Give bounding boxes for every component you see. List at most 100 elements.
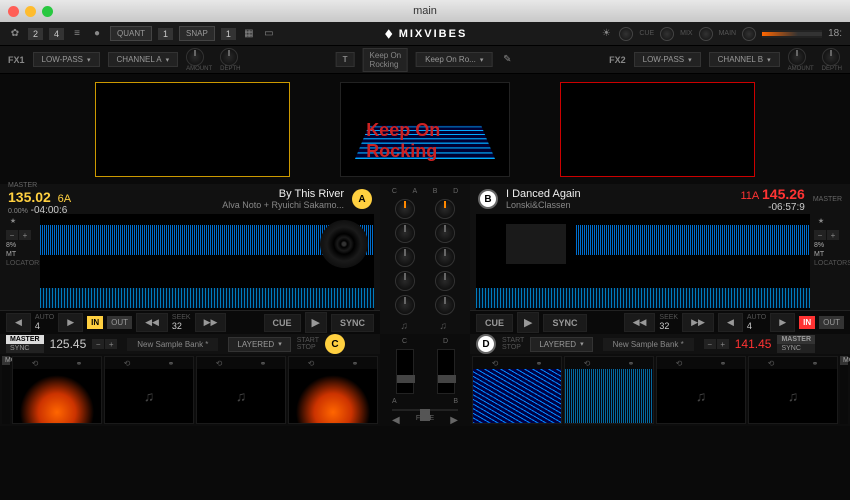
- edit-icon[interactable]: ✎: [500, 53, 514, 67]
- crossfader-slider[interactable]: [392, 409, 458, 411]
- mixer-filt-b[interactable]: [435, 295, 455, 315]
- cue-knob[interactable]: [660, 27, 674, 41]
- sample-c-mov-tab[interactable]: MOV: [2, 356, 10, 424]
- deck-b-tri-right[interactable]: ▶: [770, 313, 795, 332]
- sample-c-bank-dropdown[interactable]: New Sample Bank *: [127, 338, 218, 351]
- text-tool-icon[interactable]: T: [336, 52, 355, 67]
- deck-a-minus[interactable]: −: [6, 230, 18, 240]
- deck-b-plus[interactable]: +: [827, 230, 839, 240]
- deck-a-seek-val[interactable]: 32: [172, 321, 191, 331]
- sample-c-slot-2[interactable]: ⟲⚭♫: [104, 356, 194, 424]
- sample-d-mode-dropdown[interactable]: LAYERED: [530, 337, 592, 352]
- deck-b-sync-button[interactable]: SYNC: [543, 314, 586, 332]
- sample-d-mov-tab[interactable]: MOV: [840, 356, 848, 424]
- sample-d-slot-4[interactable]: ⟲⚭♫: [748, 356, 838, 424]
- video-preview-main[interactable]: Keep On Rocking: [340, 82, 510, 177]
- deck-b-badge[interactable]: B: [478, 189, 498, 209]
- layout-icon[interactable]: ▦: [242, 27, 256, 41]
- sample-c-bpm[interactable]: 125.45: [50, 337, 87, 351]
- sample-d-slot-1[interactable]: ⟲⚭: [472, 356, 562, 424]
- mixer-gain-b[interactable]: [435, 199, 455, 219]
- deck-b-out-button[interactable]: OUT: [819, 316, 844, 329]
- fx1-depth-knob[interactable]: [220, 48, 238, 66]
- deck-b-waveform[interactable]: [476, 214, 810, 310]
- sample-d-bpm[interactable]: 141.45: [735, 337, 772, 351]
- text-preset-dropdown[interactable]: Keep On Ro...: [416, 52, 492, 67]
- deck-b-rewind[interactable]: ◀◀: [624, 313, 656, 332]
- settings-icon[interactable]: ✿: [8, 27, 22, 41]
- sample-d-master[interactable]: MASTER: [777, 335, 815, 344]
- deck-count-2[interactable]: 2: [28, 28, 43, 40]
- mixer-hi-a[interactable]: [395, 223, 415, 243]
- headphone-b-icon[interactable]: ♫: [440, 321, 450, 331]
- sample-c-master[interactable]: MASTER: [6, 335, 44, 344]
- zoom-window-button[interactable]: [42, 6, 53, 17]
- deck-b-play-button[interactable]: ▶: [517, 312, 539, 333]
- fx2-depth-knob[interactable]: [822, 48, 840, 66]
- deck-b-seek-val[interactable]: 32: [659, 321, 678, 331]
- deck-a-plus[interactable]: +: [19, 230, 31, 240]
- deck-b-auto-val[interactable]: 4: [747, 321, 766, 331]
- sample-d-slot-3[interactable]: ⟲⚭♫: [656, 356, 746, 424]
- sample-c-plus[interactable]: +: [105, 339, 117, 349]
- mixer-mid-a[interactable]: [395, 247, 415, 267]
- xfade-arrow-left[interactable]: ◀: [392, 415, 400, 426]
- brightness-icon[interactable]: ☀: [599, 27, 613, 41]
- snap-button[interactable]: SNAP: [179, 26, 215, 41]
- sample-d-badge[interactable]: D: [476, 334, 496, 354]
- deck-b-star-icon[interactable]: ★: [814, 214, 828, 228]
- sample-d-sync[interactable]: SYNC: [777, 344, 815, 353]
- sample-c-slot-1[interactable]: ⟲⚭: [12, 356, 102, 424]
- sample-c-slot-4[interactable]: ⟲⚭: [288, 356, 378, 424]
- deck-b-bpm[interactable]: 145.26: [762, 186, 805, 202]
- xfade-arrow-right[interactable]: ▶: [450, 415, 458, 426]
- deck-a-rewind[interactable]: ◀◀: [136, 313, 168, 332]
- mixer-mid-b[interactable]: [435, 247, 455, 267]
- quant-button[interactable]: QUANT: [110, 26, 152, 41]
- screen-icon[interactable]: ▭: [262, 27, 276, 41]
- sample-d-slot-2[interactable]: ⟲⚭: [564, 356, 654, 424]
- deck-b-in-button[interactable]: IN: [799, 316, 815, 329]
- deck-b-tri-left[interactable]: ◀: [718, 313, 743, 332]
- deck-count-4[interactable]: 4: [49, 28, 64, 40]
- minimize-window-button[interactable]: [25, 6, 36, 17]
- mixer-lo-b[interactable]: [435, 271, 455, 291]
- sample-c-minus[interactable]: −: [92, 339, 104, 349]
- list-icon[interactable]: ≡: [70, 27, 84, 41]
- sample-d-bank-dropdown[interactable]: New Sample Bank *: [603, 338, 694, 351]
- main-knob[interactable]: [742, 27, 756, 41]
- fx2-channel-dropdown[interactable]: CHANNEL B: [709, 52, 780, 67]
- close-window-button[interactable]: [8, 6, 19, 17]
- brightness-knob[interactable]: [619, 27, 633, 41]
- deck-a-sync-button[interactable]: SYNC: [331, 314, 374, 332]
- sample-c-mode-dropdown[interactable]: LAYERED: [228, 337, 290, 352]
- fx2-effect-dropdown[interactable]: LOW-PASS: [634, 52, 701, 67]
- deck-a-in-button[interactable]: IN: [87, 316, 103, 329]
- video-preview-a[interactable]: [95, 82, 290, 177]
- deck-a-bpm[interactable]: 135.02: [8, 189, 51, 205]
- deck-a-auto-val[interactable]: 4: [35, 321, 54, 331]
- channel-fader-b[interactable]: [437, 349, 455, 394]
- channel-fader-a[interactable]: [396, 349, 414, 394]
- sample-c-slot-3[interactable]: ⟲⚭♫: [196, 356, 286, 424]
- deck-a-out-button[interactable]: OUT: [107, 316, 132, 329]
- deck-b-mt[interactable]: MT: [814, 251, 844, 258]
- deck-b-cue-button[interactable]: CUE: [476, 314, 513, 332]
- sample-c-sync[interactable]: SYNC: [6, 344, 44, 353]
- mixer-filt-a[interactable]: [395, 295, 415, 315]
- sample-d-plus[interactable]: +: [717, 339, 729, 349]
- snap-value[interactable]: 1: [221, 28, 236, 40]
- deck-a-cue-button[interactable]: CUE: [264, 314, 301, 332]
- fx2-amount-knob[interactable]: [788, 48, 806, 66]
- deck-b-minus[interactable]: −: [814, 230, 826, 240]
- record-icon[interactable]: ●: [90, 27, 104, 41]
- deck-b-turntable[interactable]: [506, 224, 566, 264]
- mixer-hi-b[interactable]: [435, 223, 455, 243]
- mixer-gain-a[interactable]: [395, 199, 415, 219]
- fx1-effect-dropdown[interactable]: LOW-PASS: [33, 52, 100, 67]
- mixer-lo-a[interactable]: [395, 271, 415, 291]
- deck-a-waveform[interactable]: [40, 214, 374, 310]
- deck-a-play-button[interactable]: ▶: [305, 312, 327, 333]
- deck-a-star-icon[interactable]: ★: [6, 214, 20, 228]
- deck-a-mt[interactable]: MT: [6, 251, 36, 258]
